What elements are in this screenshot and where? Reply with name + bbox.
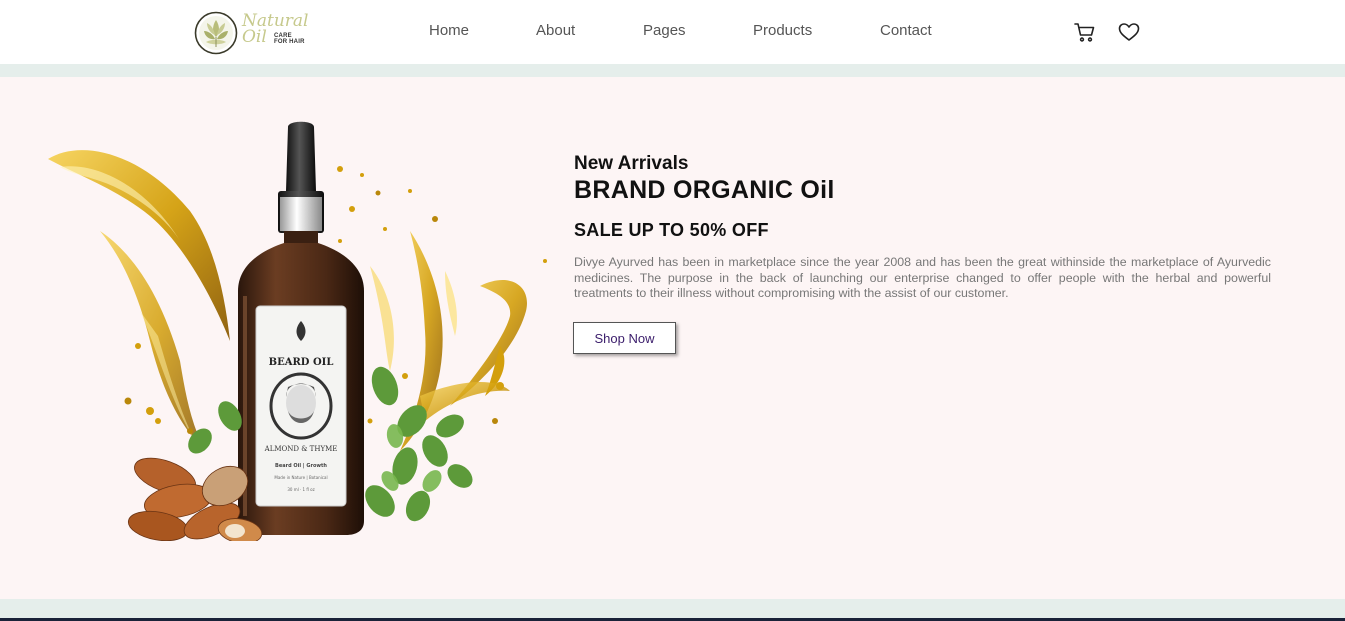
hero-title: BRAND ORGANIC Oil (574, 176, 835, 204)
shop-now-button[interactable]: Shop Now (573, 322, 676, 354)
bottle-label-line2: Made in Nature | Botanical (274, 475, 327, 480)
brand-logo[interactable]: Natural Oil CARE FOR HAIR (194, 11, 309, 55)
heart-icon[interactable] (1117, 20, 1141, 44)
bottle-label-title: BEARD OIL (269, 357, 334, 368)
nav-item-products[interactable]: Products (753, 22, 812, 39)
hero-eyebrow: New Arrivals (574, 153, 689, 174)
hero-description: Divye Ayurved has been in marketplace si… (574, 255, 1271, 301)
bottle-label-subtitle: ALMOND & THYME (264, 445, 338, 453)
bottle-label-volume: 30 ml · 1 fl oz (287, 487, 314, 492)
leaf-emblem-icon (194, 11, 238, 55)
bottle-label-line1: Beard Oil | Growth (275, 463, 327, 469)
hero-banner: BEARD OIL ALMOND & THYME Beard Oil | Gro… (0, 77, 1345, 599)
footer-divider-strip (0, 599, 1345, 618)
nav-item-about[interactable]: About (536, 22, 575, 39)
header-divider-strip (0, 64, 1345, 77)
nav-item-home[interactable]: Home (429, 22, 469, 39)
site-header: Natural Oil CARE FOR HAIR Home About Pag… (0, 0, 1345, 64)
nav-item-pages[interactable]: Pages (643, 22, 686, 39)
hero-offer: SALE UP TO 50% OFF (574, 220, 769, 240)
beard-oil-product-image: BEARD OIL ALMOND & THYME Beard Oil | Gro… (48, 121, 547, 541)
hero-copy: New Arrivals BRAND ORGANIC Oil SALE UP T… (574, 153, 1271, 302)
cart-icon[interactable] (1073, 20, 1097, 44)
logo-tagline-line2: FOR HAIR (274, 39, 305, 45)
logo-tagline: CARE FOR HAIR (274, 33, 305, 45)
nav-item-contact[interactable]: Contact (880, 22, 932, 39)
